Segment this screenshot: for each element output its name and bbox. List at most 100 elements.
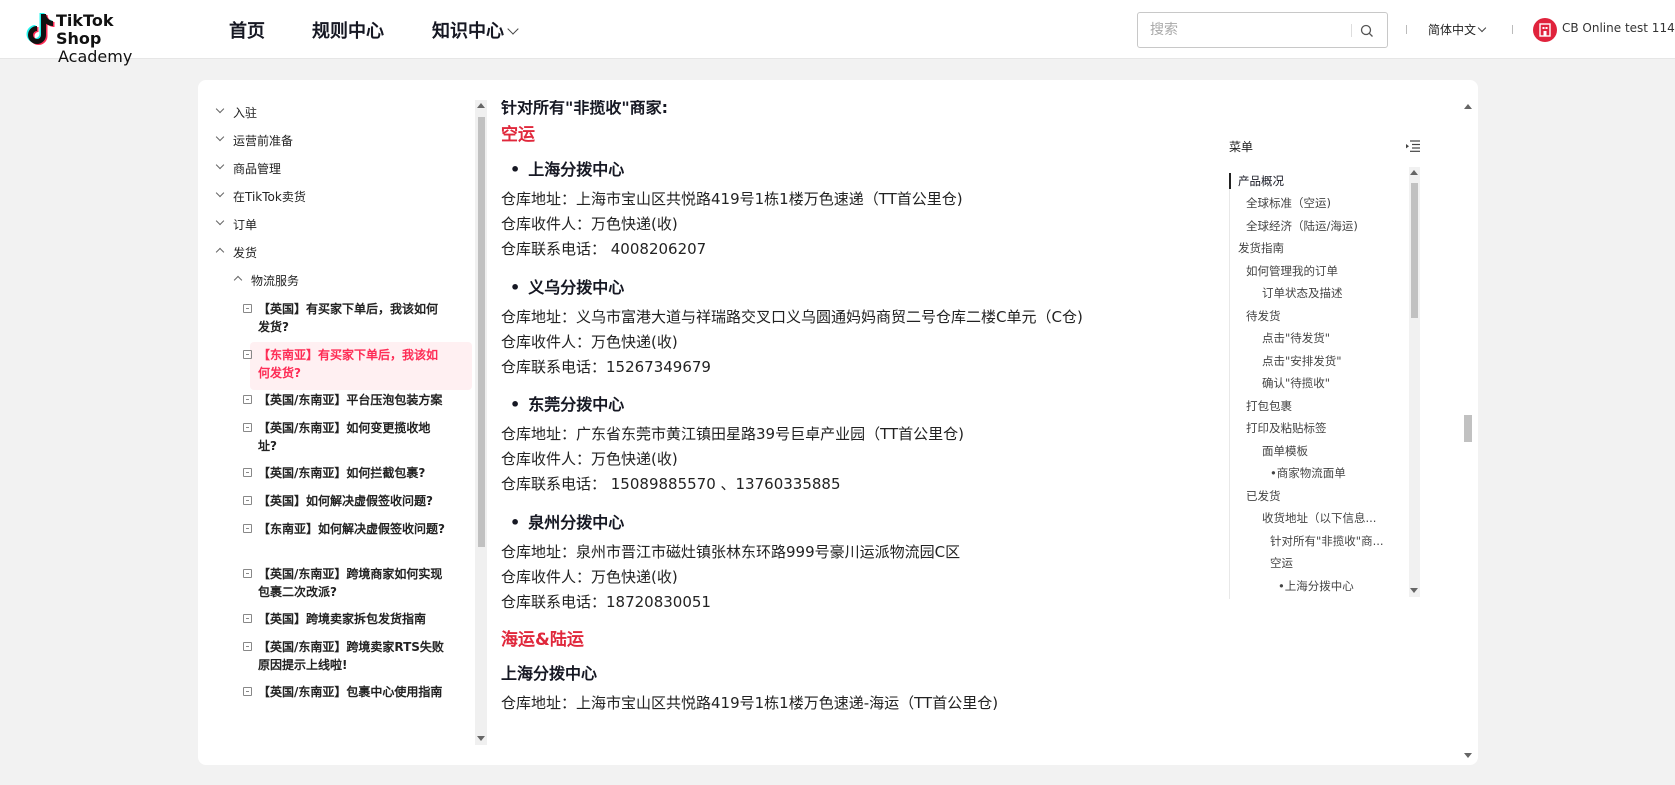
sidebar-nav: 入驻 运营前准备 商品管理 在TikTok卖货 订单 发货 物流服务 【英国】有…	[198, 100, 476, 745]
partial-heading: 针对所有"非揽收"商家:	[501, 100, 669, 117]
sidebar-leaf[interactable]: 【英国/东南亚】包裹中心使用指南	[258, 683, 448, 701]
sidebar-scrollbar-thumb[interactable]	[478, 117, 485, 547]
search-icon[interactable]	[1360, 24, 1374, 38]
toc-item[interactable]: 面单模板	[1262, 443, 1308, 459]
scroll-up-arrow-icon[interactable]	[477, 103, 485, 108]
logo-text: TikTok Shop Academy	[56, 12, 162, 66]
toc-item[interactable]: 针对所有"非揽收"商...	[1270, 533, 1384, 549]
warehouse-address: 仓库地址：泉州市晋江市磁灶镇张林东环路999号豪川运派物流园C区	[501, 543, 961, 561]
document-icon	[243, 395, 252, 404]
top-header: TikTok Shop Academy 首页 规则中心 知识中心 简体中文 CB…	[0, 0, 1675, 66]
header-divider	[1406, 25, 1407, 34]
list-toggle-icon[interactable]	[1406, 140, 1420, 152]
center-name: 东莞分拨中心	[510, 391, 624, 415]
scroll-up-arrow-icon[interactable]	[1410, 170, 1418, 175]
sidebar-item-orders[interactable]: 订单	[233, 216, 257, 234]
toc-item[interactable]: 产品概况	[1238, 173, 1284, 189]
warehouse-receiver: 仓库收件人：万色快递(收)	[501, 568, 678, 586]
sidebar-leaf[interactable]: 【英国】跨境卖家拆包发货指南	[258, 610, 448, 628]
toc-item[interactable]: 点击"安排发货"	[1262, 353, 1342, 369]
sidebar-leaf[interactable]: 【英国/东南亚】跨境商家如何实现包裹二次改派?	[258, 565, 448, 601]
sidebar-leaf[interactable]: 【英国】有买家下单后，我该如何发货?	[258, 300, 448, 336]
toc-guide-line	[1229, 174, 1230, 599]
sidebar-leaf[interactable]: 【英国/东南亚】跨境卖家RTS失败原因提示上线啦!	[258, 638, 448, 674]
center-name: 义乌分拨中心	[510, 274, 624, 298]
toc-item[interactable]: 订单状态及描述	[1262, 285, 1343, 301]
logo-line1: TikTok Shop	[56, 11, 114, 48]
nav-home[interactable]: 首页	[229, 17, 265, 43]
scroll-up-arrow-icon[interactable]	[1464, 104, 1472, 109]
chevron-up-icon[interactable]	[233, 275, 243, 285]
sidebar-leaf[interactable]: 【英国】如何解决虚假签收问题?	[258, 492, 448, 510]
tiktok-shop-academy-logo[interactable]: TikTok Shop Academy	[22, 10, 162, 66]
center-name: 泉州分拨中心	[510, 509, 624, 533]
search-input[interactable]	[1150, 13, 1350, 47]
toc-title: 菜单	[1229, 140, 1254, 154]
search-box[interactable]	[1137, 12, 1388, 48]
sidebar-leaf[interactable]: 【英国/东南亚】平台压泡包装方案	[258, 391, 448, 409]
toc-item[interactable]: 待发货	[1246, 308, 1281, 324]
document-icon	[243, 642, 252, 651]
sidebar-item-logistics-service[interactable]: 物流服务	[251, 272, 299, 290]
warehouse-phone: 仓库联系电话： 15089885570 、13760335885	[501, 475, 841, 493]
document-icon	[243, 569, 252, 578]
toc-item[interactable]: •上海分拨中心	[1278, 578, 1354, 594]
page-scrollbar-thumb[interactable]	[1464, 415, 1472, 442]
section-title-air: 空运	[501, 125, 535, 145]
toc-item[interactable]: 空运	[1270, 555, 1293, 571]
toc-item[interactable]: 确认"待揽收"	[1262, 375, 1330, 391]
center-name: 上海分拨中心	[510, 156, 624, 180]
document-icon	[243, 496, 252, 505]
toc-active-indicator	[1229, 173, 1231, 189]
warehouse-receiver: 仓库收件人：万色快递(收)	[501, 450, 678, 468]
chevron-down-icon[interactable]	[215, 160, 225, 170]
scroll-down-arrow-icon[interactable]	[477, 736, 485, 741]
chevron-up-icon[interactable]	[215, 247, 225, 257]
toc-item[interactable]: 打印及粘贴标签	[1246, 420, 1327, 436]
nav-rules-center[interactable]: 规则中心	[312, 17, 384, 43]
document-icon	[243, 350, 252, 359]
section-title-sea-land: 海运&陆运	[501, 630, 584, 650]
scroll-down-arrow-icon[interactable]	[1410, 588, 1418, 593]
search-divider	[1351, 24, 1352, 37]
toc-item[interactable]: 点击"待发货"	[1262, 330, 1330, 346]
header-divider	[1512, 25, 1513, 34]
toc-item[interactable]: 全球经济（陆运/海运)	[1246, 218, 1358, 234]
language-selector[interactable]: 简体中文	[1428, 21, 1487, 38]
sidebar-leaf-active[interactable]: 【东南亚】有买家下单后，我该如何发货?	[258, 346, 448, 382]
sidebar-item-selling-on-tiktok[interactable]: 在TikTok卖货	[233, 188, 306, 206]
chevron-down-icon[interactable]	[215, 216, 225, 226]
article-card: 入驻 运营前准备 商品管理 在TikTok卖货 订单 发货 物流服务 【英国】有…	[198, 80, 1478, 765]
toc-item[interactable]: 如何管理我的订单	[1246, 263, 1338, 279]
nav-knowledge-center[interactable]: 知识中心	[432, 17, 519, 43]
warehouse-phone: 仓库联系电话：18720830051	[501, 593, 711, 611]
toc-item[interactable]: •商家物流面单	[1270, 465, 1346, 481]
scroll-down-arrow-icon[interactable]	[1464, 753, 1472, 758]
warehouse-address: 仓库地址：上海市宝山区共悦路419号1栋1楼万色速递（TT首公里仓)	[501, 190, 963, 208]
chevron-down-icon[interactable]	[215, 188, 225, 198]
warehouse-phone: 仓库联系电话：15267349679	[501, 358, 711, 376]
user-name[interactable]: CB Online test 114	[1562, 21, 1675, 35]
toc-item[interactable]: 全球标准（空运)	[1246, 195, 1331, 211]
user-avatar[interactable]	[1533, 18, 1557, 42]
chevron-down-icon[interactable]	[215, 132, 225, 142]
sidebar-leaf[interactable]: 【英国/东南亚】如何变更揽收地址?	[258, 419, 448, 455]
toc-scrollbar-thumb[interactable]	[1411, 183, 1418, 318]
sidebar-item-product-management[interactable]: 商品管理	[233, 160, 281, 178]
sidebar-leaf[interactable]: 【英国/东南亚】如何拦截包裹?	[258, 464, 448, 482]
sidebar-item-shipping[interactable]: 发货	[233, 244, 257, 262]
sidebar-leaf[interactable]: 【东南亚】如何解决虚假签收问题?	[258, 520, 448, 538]
chevron-down-icon[interactable]	[215, 104, 225, 114]
sidebar-item-onboarding[interactable]: 入驻	[233, 104, 257, 122]
warehouse-phone: 仓库联系电话： 4008206207	[501, 240, 707, 258]
nav-knowledge-label: 知识中心	[432, 21, 504, 42]
toc-item[interactable]: 已发货	[1246, 488, 1281, 504]
toc-item[interactable]: 发货指南	[1238, 240, 1284, 256]
document-icon	[243, 687, 252, 696]
shop-icon	[1539, 23, 1551, 37]
sidebar-item-pre-operation[interactable]: 运营前准备	[233, 132, 293, 150]
chevron-down-icon	[507, 23, 519, 35]
toc-item[interactable]: 打包包裹	[1246, 398, 1292, 414]
toc-item[interactable]: 收货地址（以下信息...	[1262, 510, 1376, 526]
warehouse-address: 仓库地址：广东省东莞市黄江镇田星路39号巨卓产业园（TT首公里仓)	[501, 425, 965, 443]
